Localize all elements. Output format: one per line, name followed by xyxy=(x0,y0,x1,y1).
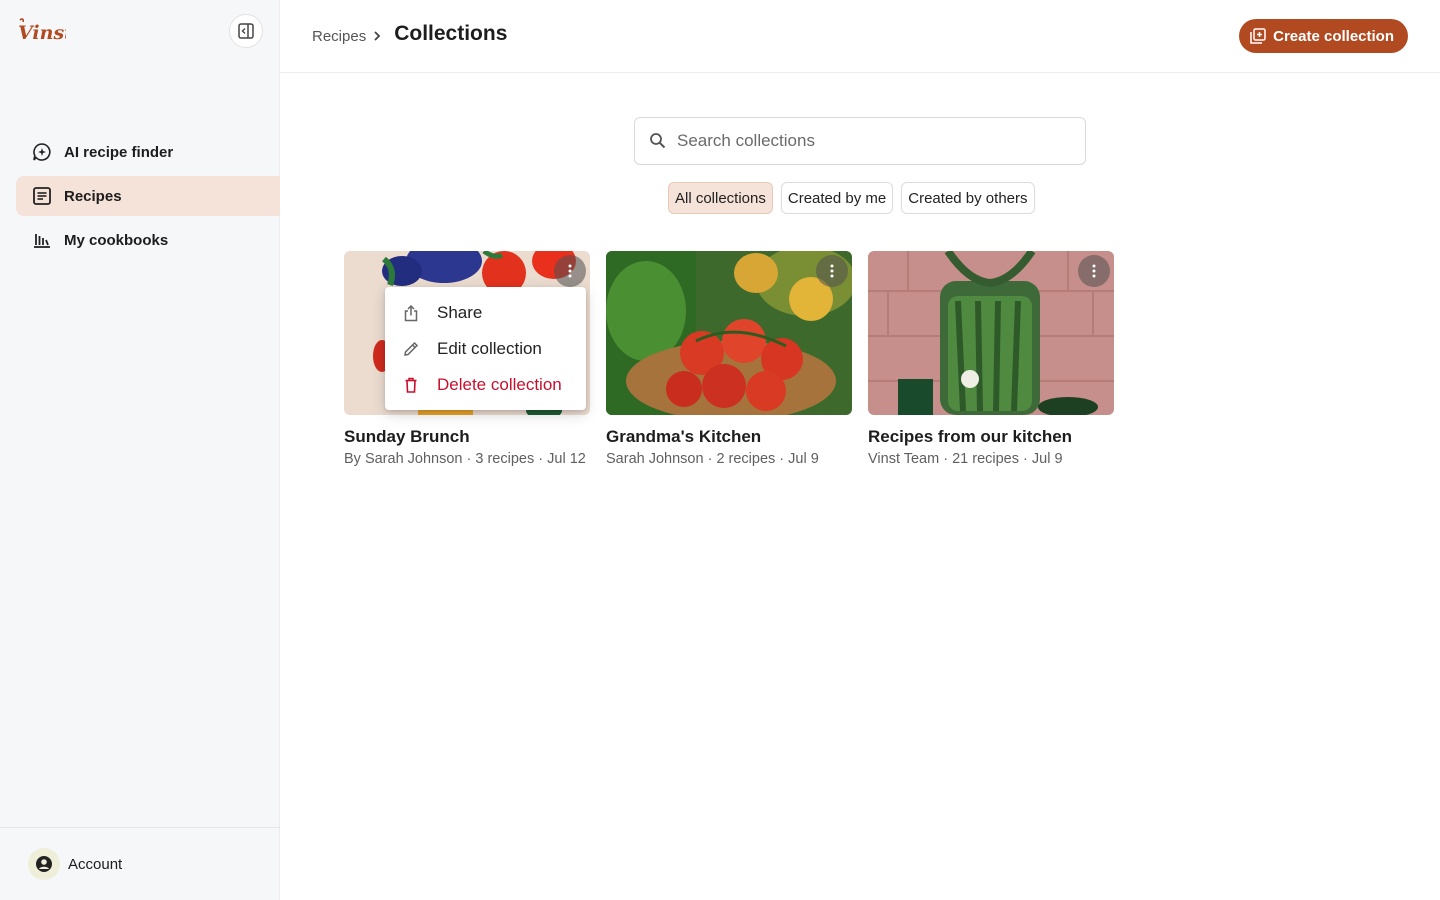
search-input[interactable] xyxy=(677,131,1057,151)
account-button[interactable]: Account xyxy=(0,827,280,900)
collection-thumbnail[interactable] xyxy=(606,251,852,415)
collection-title: Recipes from our kitchen xyxy=(868,427,1073,446)
page-header: Recipes Collections Create collection xyxy=(280,0,1440,73)
create-collection-label: Create collection xyxy=(1273,27,1394,45)
search-box xyxy=(634,117,1086,165)
vinst-logo[interactable]: Vinst xyxy=(14,14,66,46)
logo-wordmark: Vinst xyxy=(18,22,66,44)
collection-context-menu: Share Edit collection Delete collection xyxy=(385,287,586,410)
menu-item-delete-collection[interactable]: Delete collection xyxy=(385,367,586,403)
collection-more-button[interactable] xyxy=(1078,255,1110,287)
collection-author: By Sarah Johnson xyxy=(344,451,463,467)
collection-author: Vinst Team xyxy=(868,451,940,467)
more-vertical-icon xyxy=(1092,264,1096,278)
collapse-sidebar-button[interactable] xyxy=(229,14,263,48)
collection-title: Grandma's Kitchen xyxy=(606,427,762,446)
chat-sparkle-icon xyxy=(32,142,52,162)
collection-more-button[interactable] xyxy=(816,255,848,287)
collection-title: Sunday Brunch xyxy=(344,427,470,446)
menu-item-label: Share xyxy=(437,303,483,322)
filter-chips: All collections Created by me Created by… xyxy=(668,182,1043,214)
menu-item-edit-collection[interactable]: Edit collection xyxy=(385,331,586,367)
collection-more-button[interactable] xyxy=(554,255,586,287)
sidebar-nav: AI recipe finder Recipes My cookbooks xyxy=(16,132,280,264)
add-collection-icon xyxy=(1249,27,1267,45)
filter-all-collections[interactable]: All collections xyxy=(668,182,773,214)
collection-date: Jul 9 xyxy=(788,451,819,467)
sidebar: Vinst AI recipe finder Recipes My cookbo… xyxy=(0,0,280,900)
sidebar-item-label: AI recipe finder xyxy=(64,143,174,161)
collection-meta: Sarah Johnson · 2 recipes · Jul 9 xyxy=(606,451,819,467)
collection-card-recipes-from-our-kitchen[interactable]: Recipes from our kitchen Vinst Team · 21… xyxy=(868,251,1114,467)
menu-item-label: Edit collection xyxy=(437,339,542,358)
sidebar-item-ai-recipe-finder[interactable]: AI recipe finder xyxy=(16,132,280,172)
sidebar-item-recipes[interactable]: Recipes xyxy=(16,176,280,216)
filter-created-by-me[interactable]: Created by me xyxy=(780,182,894,214)
breadcrumb-recipes-link[interactable]: Recipes xyxy=(312,28,366,45)
collection-card-grandmas-kitchen[interactable]: Grandma's Kitchen Sarah Johnson · 2 reci… xyxy=(606,251,852,467)
menu-item-share[interactable]: Share xyxy=(385,295,586,331)
sidebar-toggle-icon xyxy=(237,22,255,40)
collection-meta: By Sarah Johnson · 3 recipes · Jul 12 xyxy=(344,451,586,467)
share-icon xyxy=(402,304,420,322)
trash-icon xyxy=(402,376,420,394)
collection-recipe-count: 21 recipes xyxy=(952,451,1019,467)
page-title: Collections xyxy=(394,22,508,45)
more-vertical-icon xyxy=(830,264,834,278)
more-vertical-icon xyxy=(568,264,572,278)
collection-thumbnail[interactable] xyxy=(868,251,1114,415)
chevron-right-icon xyxy=(372,30,382,42)
pencil-icon xyxy=(402,340,420,358)
user-avatar-icon xyxy=(28,848,60,880)
sidebar-item-my-cookbooks[interactable]: My cookbooks xyxy=(16,220,280,260)
create-collection-button[interactable]: Create collection xyxy=(1239,19,1408,53)
account-label: Account xyxy=(68,855,123,873)
collection-recipe-count: 3 recipes xyxy=(475,451,535,467)
collection-meta: Vinst Team · 21 recipes · Jul 9 xyxy=(868,451,1063,467)
collection-date: Jul 12 xyxy=(547,451,586,467)
collection-recipe-count: 2 recipes xyxy=(716,451,776,467)
recipe-book-icon xyxy=(32,186,52,206)
search-icon xyxy=(649,132,667,150)
bookshelf-icon xyxy=(32,230,52,250)
sidebar-item-label: My cookbooks xyxy=(64,231,169,249)
collection-author: Sarah Johnson xyxy=(606,451,704,467)
filter-created-by-others[interactable]: Created by others xyxy=(901,182,1035,214)
menu-item-label: Delete collection xyxy=(437,375,562,394)
breadcrumb: Recipes Collections xyxy=(312,22,507,46)
collection-date: Jul 9 xyxy=(1031,451,1063,467)
sidebar-item-label: Recipes xyxy=(64,187,122,205)
